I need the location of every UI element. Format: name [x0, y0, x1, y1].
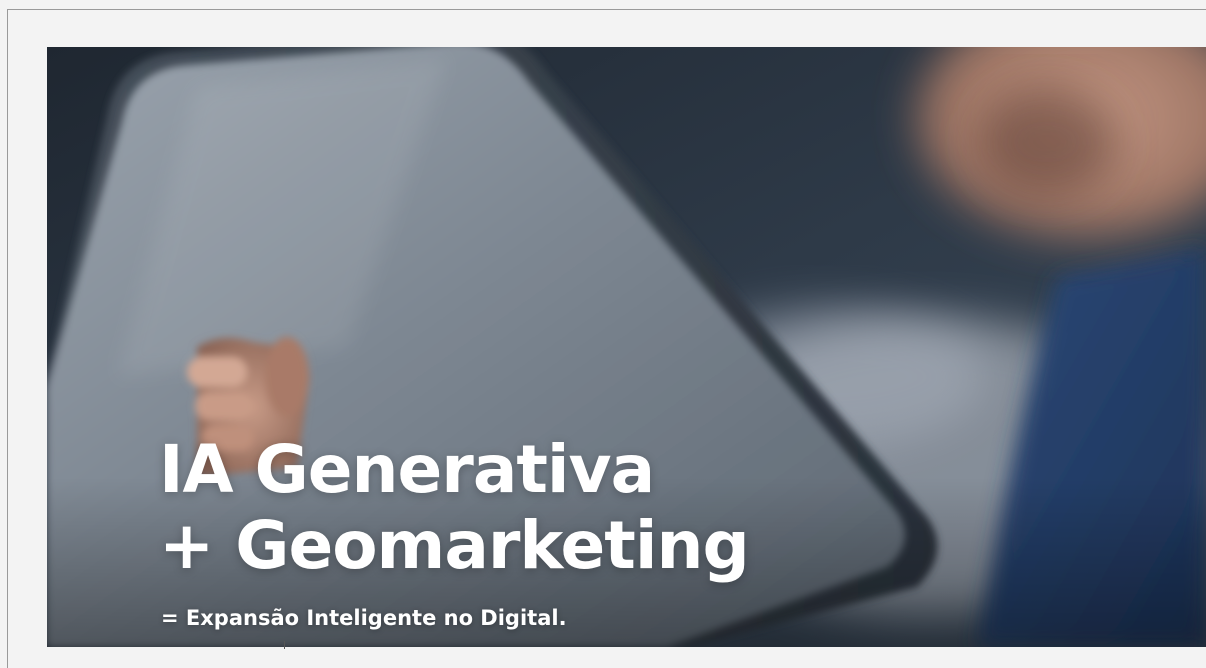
video-subline: = Expansão Inteligente no Digital. — [161, 606, 567, 630]
headline-line-2: + Geomarketing — [159, 507, 750, 584]
video-headline: IA Generativa + Geomarketing — [159, 431, 750, 584]
cursor-caret — [284, 641, 285, 649]
video-player[interactable]: IA Generativa + Geomarketing = Expansão … — [47, 47, 1206, 647]
headline-line-1: IA Generativa — [159, 431, 655, 508]
